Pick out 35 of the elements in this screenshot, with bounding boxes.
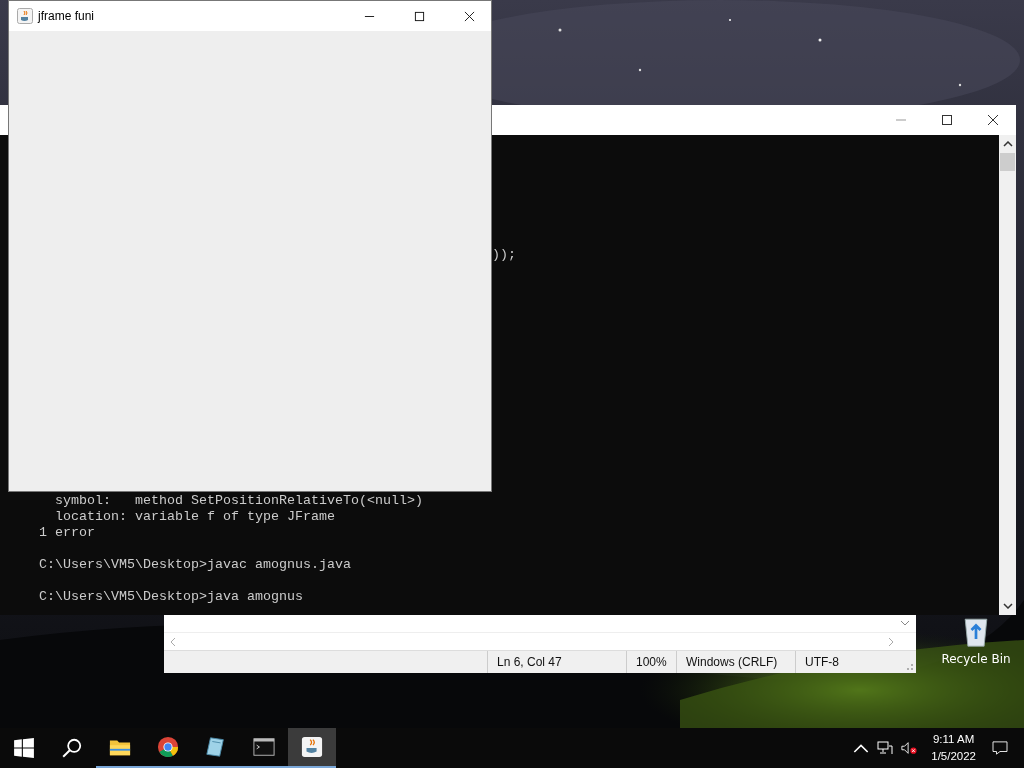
- resize-grip-icon[interactable]: [904, 661, 914, 671]
- network-icon[interactable]: [877, 741, 894, 755]
- muted-speaker-icon[interactable]: [901, 741, 918, 755]
- maximize-icon[interactable]: [941, 114, 953, 126]
- console-line: 1 error: [39, 525, 95, 541]
- console-line: C:\Users\VM5\Desktop>java amognus: [39, 589, 303, 605]
- maximize-icon[interactable]: [414, 10, 425, 22]
- status-text: Windows (CRLF): [677, 651, 796, 673]
- status-text: 100%: [627, 651, 677, 673]
- window-title: jframe funi: [38, 9, 95, 23]
- java-cup-icon: [17, 8, 33, 24]
- windows-logo-icon: [13, 737, 35, 759]
- clock-time: 9:11 AM: [932, 732, 975, 747]
- console-text: ));: [492, 247, 516, 263]
- browser-icon: [157, 736, 179, 758]
- scroll-thumb[interactable]: [1000, 153, 1015, 171]
- coffee-cup-icon: [301, 736, 323, 758]
- close-icon[interactable]: [464, 10, 475, 22]
- status-text: Ln 6, Col 47: [488, 651, 627, 673]
- vertical-scrollbar[interactable]: [999, 135, 1016, 615]
- desktop-icon-label[interactable]: Recycle Bin: [941, 652, 1011, 666]
- console-line: location: variable f of type JFrame: [54, 509, 335, 525]
- close-icon[interactable]: [987, 114, 999, 126]
- console-line: C:\Users\VM5\Desktop>javac amognus.java: [39, 557, 351, 573]
- scroll-up-icon[interactable]: [1002, 141, 1013, 147]
- notepad-icon: [205, 736, 227, 758]
- scroll-down-icon[interactable]: [1002, 603, 1013, 609]
- terminal-icon: [253, 736, 275, 758]
- taskbar-java-button[interactable]: [288, 728, 336, 768]
- clock-date: 1/5/2022: [931, 749, 976, 764]
- status-text: UTF-8: [804, 654, 840, 671]
- search-icon: [61, 737, 83, 759]
- notifications-icon[interactable]: [992, 741, 1008, 755]
- console-line: symbol: method SetPositionRelativeTo(<null>): [54, 493, 423, 509]
- clock[interactable]: 9:11 AM 1/5/2022: [931, 731, 976, 765]
